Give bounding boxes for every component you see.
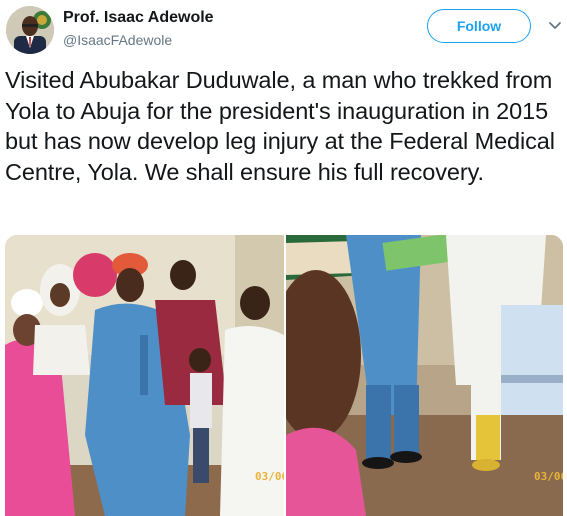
display-name[interactable]: Prof. Isaac Adewole (63, 8, 214, 28)
hospital-visit-photo-2[interactable]: 03/06 (286, 235, 563, 516)
tweet-header: Prof. Isaac Adewole @IsaacFAdewole Follo… (0, 0, 567, 60)
chevron-down-icon[interactable] (547, 18, 563, 34)
user-names: Prof. Isaac Adewole @IsaacFAdewole (63, 8, 214, 50)
user-handle[interactable]: @IsaacFAdewole (63, 31, 214, 50)
follow-button[interactable]: Follow (427, 9, 531, 43)
avatar[interactable] (6, 6, 54, 54)
photo-date-stamp: 03/06 (255, 470, 284, 483)
tweet-text: Visited Abubakar Duduwale, a man who tre… (5, 67, 555, 185)
tweet-media: 03/06 03/0 (5, 235, 563, 516)
hospital-visit-photo-1[interactable]: 03/06 (5, 235, 284, 516)
photo-date-stamp: 03/06 (534, 470, 563, 483)
